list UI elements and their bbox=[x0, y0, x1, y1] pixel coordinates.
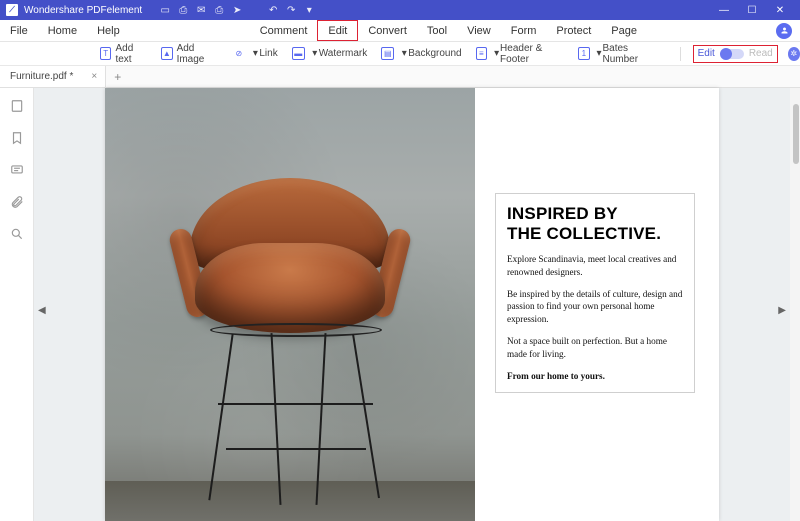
pdf-page[interactable]: INSPIRED BY THE COLLECTIVE. Explore Scan… bbox=[105, 88, 719, 521]
tool-header-footer[interactable]: ≡ ▾ Header & Footer bbox=[476, 43, 564, 65]
tool-label: Watermark bbox=[319, 48, 368, 59]
chevron-down-icon: ▾ bbox=[596, 50, 603, 58]
edit-read-mode-toggle[interactable]: Edit Read bbox=[693, 45, 778, 63]
tool-add-text[interactable]: T Add text bbox=[100, 43, 147, 65]
text-icon: T bbox=[100, 47, 111, 60]
menu-form[interactable]: Form bbox=[501, 20, 547, 41]
tool-label: Add text bbox=[115, 43, 147, 65]
menu-view[interactable]: View bbox=[457, 20, 501, 41]
mode-edit-label: Edit bbox=[698, 48, 715, 59]
tool-link[interactable]: ⊘ ▾ Link bbox=[232, 47, 277, 60]
document-canvas: ◀ ▶ INSPIRED BY THE COLLECTIVE. Explore … bbox=[34, 88, 790, 521]
tool-add-image[interactable]: ▲ Add Image bbox=[161, 43, 218, 65]
document-tab-bar: Furniture.pdf * × + bbox=[0, 66, 800, 88]
attachment-icon[interactable] bbox=[9, 194, 25, 210]
paragraph-bold: From our home to yours. bbox=[507, 370, 683, 382]
minimize-button[interactable]: ― bbox=[710, 5, 738, 16]
heading-line1: INSPIRED BY bbox=[507, 204, 683, 224]
header-footer-icon: ≡ bbox=[476, 47, 488, 60]
bates-icon: 1 bbox=[578, 47, 590, 60]
menu-help[interactable]: Help bbox=[87, 20, 130, 41]
link-icon: ⊘ bbox=[232, 47, 245, 60]
tool-background[interactable]: ▤ ▾ Background bbox=[381, 47, 461, 60]
menu-comment[interactable]: Comment bbox=[250, 20, 318, 41]
page-image-chair bbox=[140, 148, 440, 508]
app-logo-icon: ⟋ bbox=[6, 4, 18, 16]
mode-read-label: Read bbox=[749, 48, 773, 59]
tool-label: Add Image bbox=[177, 43, 219, 65]
mail-icon[interactable]: ✉ bbox=[192, 5, 210, 16]
comments-icon[interactable] bbox=[9, 162, 25, 178]
tool-label: Bates Number bbox=[602, 43, 657, 65]
share-icon[interactable]: ➤ bbox=[228, 5, 246, 16]
title-bar: ⟋ Wondershare PDFelement ▭ ⎙ ✉ ⎙ ➤ ↶ ↷ ▾… bbox=[0, 0, 800, 20]
menu-tool[interactable]: Tool bbox=[417, 20, 457, 41]
print-icon[interactable]: ⎙ bbox=[210, 5, 228, 16]
paragraph: Explore Scandinavia, meet local creative… bbox=[507, 253, 683, 278]
heading-line2: THE COLLECTIVE. bbox=[507, 224, 683, 244]
chevron-down-icon: ▾ bbox=[251, 50, 259, 58]
scrollbar-thumb[interactable] bbox=[793, 104, 799, 164]
edit-toolbar: T Add text ▲ Add Image ⊘ ▾ Link ▬ ▾ Wate… bbox=[0, 42, 800, 66]
menu-page[interactable]: Page bbox=[601, 20, 647, 41]
tool-bates-number[interactable]: 1 ▾ Bates Number bbox=[578, 43, 658, 65]
tab-label: Furniture.pdf * bbox=[10, 71, 73, 82]
work-area: ◀ ▶ INSPIRED BY THE COLLECTIVE. Explore … bbox=[0, 88, 800, 521]
user-avatar-icon[interactable] bbox=[776, 23, 792, 39]
menu-edit[interactable]: Edit bbox=[317, 20, 358, 41]
watermark-icon: ▬ bbox=[292, 47, 305, 60]
redo-icon[interactable]: ↷ bbox=[282, 5, 300, 16]
save-icon[interactable]: ⎙ bbox=[174, 5, 192, 16]
tool-label: Link bbox=[259, 48, 277, 59]
paragraph: Be inspired by the details of culture, d… bbox=[507, 288, 683, 325]
toggle-switch[interactable] bbox=[720, 49, 744, 59]
menu-protect[interactable]: Protect bbox=[546, 20, 601, 41]
next-page-button[interactable]: ▶ bbox=[778, 305, 786, 316]
undo-icon[interactable]: ↶ bbox=[264, 5, 282, 16]
image-icon: ▲ bbox=[161, 47, 173, 60]
bookmark-icon[interactable] bbox=[9, 130, 25, 146]
vertical-scrollbar[interactable] bbox=[790, 88, 800, 521]
separator bbox=[680, 47, 681, 61]
menu-bar: File Home Help Comment Edit Convert Tool… bbox=[0, 20, 800, 42]
background-icon: ▤ bbox=[381, 47, 394, 60]
close-button[interactable]: ✕ bbox=[766, 5, 794, 16]
menu-convert[interactable]: Convert bbox=[358, 20, 417, 41]
chevron-down-icon: ▾ bbox=[400, 50, 408, 58]
thumbnails-icon[interactable] bbox=[9, 98, 25, 114]
settings-gear-icon[interactable]: ✲ bbox=[788, 47, 800, 61]
prev-page-button[interactable]: ◀ bbox=[38, 305, 46, 316]
menu-home[interactable]: Home bbox=[38, 20, 87, 41]
page-text-block[interactable]: INSPIRED BY THE COLLECTIVE. Explore Scan… bbox=[495, 193, 695, 393]
tool-label: Header & Footer bbox=[500, 43, 564, 65]
tab-close-icon[interactable]: × bbox=[91, 71, 97, 82]
chevron-down-icon: ▾ bbox=[311, 50, 319, 58]
app-title: Wondershare PDFelement bbox=[24, 5, 142, 16]
chevron-down-icon: ▾ bbox=[493, 50, 500, 58]
dropdown-icon[interactable]: ▾ bbox=[300, 5, 318, 16]
tool-watermark[interactable]: ▬ ▾ Watermark bbox=[292, 47, 368, 60]
new-tab-button[interactable]: + bbox=[106, 70, 129, 84]
tool-label: Background bbox=[408, 48, 461, 59]
left-sidebar bbox=[0, 88, 34, 521]
document-tab[interactable]: Furniture.pdf * × bbox=[0, 66, 106, 87]
menu-file[interactable]: File bbox=[0, 20, 38, 41]
search-icon[interactable] bbox=[9, 226, 25, 242]
maximize-button[interactable]: ☐ bbox=[738, 5, 766, 16]
folder-icon[interactable]: ▭ bbox=[156, 5, 174, 16]
paragraph: Not a space built on perfection. But a h… bbox=[507, 335, 683, 360]
